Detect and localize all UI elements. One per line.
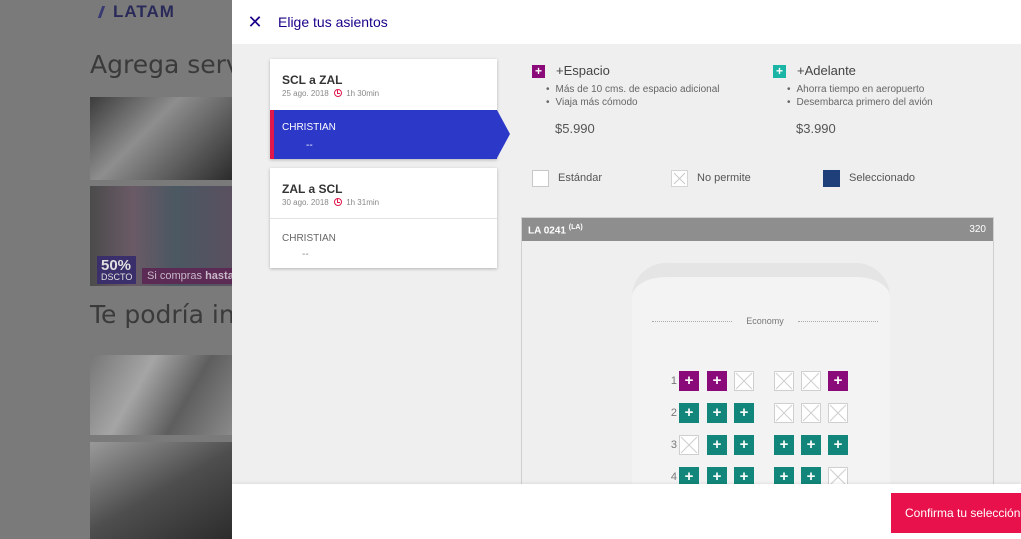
option-benefit: Desembarca primero del avión [787,96,1017,109]
aircraft-model: 320 [969,224,986,235]
row-number: 4 [670,471,677,483]
seat-unavailable [774,371,794,391]
modal-header: ✕ Elige tus asientos [232,0,1021,44]
modal-title: Elige tus asientos [278,14,388,30]
flight-duration: 1h 31min [346,198,380,207]
seat-adelante[interactable]: + [774,435,794,455]
seat-adelante[interactable]: + [707,403,727,423]
promo-text: Si compras hasta [142,268,232,284]
suggestion-image-golf [90,442,232,539]
modal-footer: Confirma tu selección [232,484,1021,539]
seat-unavailable [734,371,754,391]
row-number: 2 [670,407,677,419]
seat-adelante[interactable]: + [828,435,848,455]
confirm-selection-button[interactable]: Confirma tu selección [891,493,1021,533]
promo-percent: 50% [101,257,132,274]
passenger-row[interactable]: CHRISTIAN -- [270,218,497,268]
promo-text-prefix: Si compras [147,270,206,282]
x-seat-icon [671,170,688,187]
seat-adelante[interactable]: + [707,435,727,455]
seat-espacio[interactable]: + [707,371,727,391]
seat-map[interactable]: LA 0241 (LA) 320 Economy 1 + + +2 + + +3 + + + + +4… [521,217,994,497]
seat-adelante[interactable]: + [734,403,754,423]
close-icon[interactable]: ✕ [245,12,265,32]
plus-icon: + [773,65,786,78]
promo-dscto: DSCTO [101,272,133,282]
flight-route: ZAL a SCL [282,182,343,196]
latam-logo-icon [97,6,113,18]
flight-meta: 25 ago. 2018 1h 30min [282,89,379,98]
seat-unavailable [679,435,699,455]
seat-espacio[interactable]: + [679,371,699,391]
passenger-name: CHRISTIAN [282,122,336,133]
flight-date: 25 ago. 2018 [282,89,329,98]
seat-adelante[interactable]: + [734,435,754,455]
option-price: $3.990 [796,121,836,136]
option-price: $5.990 [555,121,595,136]
plus-icon: + [532,65,545,78]
seat-adelante[interactable]: + [801,435,821,455]
option-title: +Espacio [556,63,610,78]
flight-code: LA 0241 (LA) [528,224,583,236]
promo-text-bold: hasta [205,270,232,282]
legend-label: Seleccionado [849,172,916,184]
promo-discount-badge: 50% DSCTO [97,256,137,284]
seat-selection-modal: ✕ Elige tus asientos SCL a ZAL 25 ago. 2… [232,0,1021,539]
option-benefits: Ahorra tiempo en aeropuerto Desembarca p… [787,83,1017,109]
option-benefit: Más de 10 cms. de espacio adicional [546,83,776,96]
aircraft-bar: LA 0241 (LA) 320 [522,218,993,241]
clock-icon [333,89,342,97]
flight-route: SCL a ZAL [282,73,343,87]
flight-number: LA 0241 [528,225,566,237]
suggestions-heading: Te podría int [90,300,232,329]
service-image-seat [90,97,232,180]
latam-logo: LATAM [97,2,175,22]
services-heading: Agrega serv [90,50,232,79]
legend-label: No permite [697,172,751,184]
latam-logo-text: LATAM [113,2,175,21]
passenger-seat: -- [302,249,309,260]
passenger-row-active[interactable]: CHRISTIAN -- [270,110,510,159]
flight-card-outbound[interactable]: SCL a ZAL 25 ago. 2018 1h 30min CHRISTIA… [270,59,510,159]
flight-card-return[interactable]: ZAL a SCL 30 ago. 2018 1h 31min CHRISTIA… [270,168,497,268]
clock-icon [333,198,342,206]
passenger-name: CHRISTIAN [282,233,336,244]
selected-seat-icon [823,170,840,187]
promo-banner: 50% DSCTO Si compras hasta [90,250,232,284]
seat-unavailable [828,403,848,423]
option-benefit: Viaja más cómodo [546,96,776,109]
seat-unavailable [774,403,794,423]
option-benefits: Más de 10 cms. de espacio adicional Viaj… [546,83,776,109]
flight-duration: 1h 30min [346,89,380,98]
flight-meta: 30 ago. 2018 1h 31min [282,198,379,207]
option-benefit: Ahorra tiempo en aeropuerto [787,83,1017,96]
seat-unavailable [801,403,821,423]
seat-espacio[interactable]: + [828,371,848,391]
standard-seat-icon [532,170,549,187]
option-title: +Adelante [797,63,856,78]
row-number: 3 [670,439,677,451]
flight-date: 30 ago. 2018 [282,198,329,207]
background-page: LATAM Agrega serv 50% DSCTO Si compras h… [0,0,232,539]
seat-unavailable [801,371,821,391]
passenger-seat: -- [306,140,313,151]
legend-label: Estándar [558,172,603,184]
row-number: 1 [670,375,677,387]
suggestion-image-family [90,355,232,435]
seat-adelante[interactable]: + [679,403,699,423]
carrier-code: (LA) [568,224,583,231]
cabin-label: Economy [652,316,878,326]
